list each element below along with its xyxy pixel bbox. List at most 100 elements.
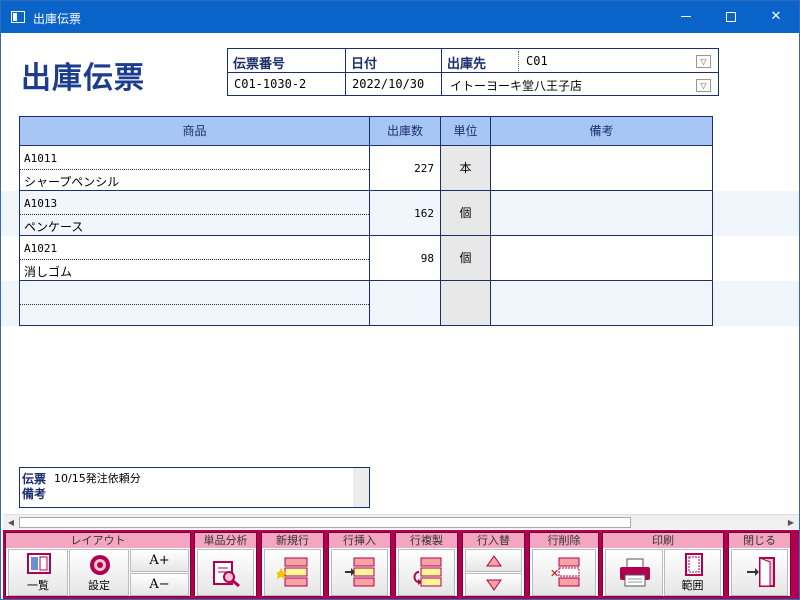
print-button[interactable]	[605, 549, 663, 596]
delete-row-label: 行削除	[530, 533, 598, 548]
swap-row-label: 行入替	[463, 533, 524, 548]
font-decrease-label: A−	[149, 577, 170, 592]
app-icon	[11, 11, 25, 23]
layout-group-label: レイアウト	[6, 533, 190, 548]
chevron-down-icon: ▽	[700, 81, 707, 90]
product-code: A1013	[24, 197, 58, 210]
copy-row-button[interactable]	[398, 549, 455, 596]
font-increase-label: A+	[149, 553, 170, 568]
table-row-empty[interactable]	[19, 281, 713, 326]
list-view-icon	[27, 553, 51, 574]
destination-code[interactable]: C01	[526, 54, 548, 68]
slip-no-value[interactable]: C01-1030-2	[234, 77, 306, 91]
destination-code-dropdown[interactable]: ▽	[696, 55, 711, 68]
quantity-cell[interactable]: 98	[370, 236, 441, 280]
settings-button[interactable]: 設定	[69, 549, 129, 596]
row-stripe	[713, 191, 799, 236]
move-row-up-button[interactable]	[465, 549, 522, 572]
printer-icon	[620, 558, 650, 587]
unit-cell[interactable]: 個	[441, 191, 491, 235]
quantity-value: 227	[414, 162, 434, 175]
slip-no-label: 伝票番号	[233, 57, 286, 72]
quantity-value: 162	[414, 207, 434, 220]
product-name: ペンケース	[24, 220, 84, 234]
font-increase-button[interactable]: A+	[130, 549, 189, 572]
close-window-button[interactable]: ✕	[753, 1, 799, 33]
arrow-down-icon	[486, 579, 502, 591]
close-group: 閉じる	[728, 532, 791, 597]
date-value[interactable]: 2022/10/30	[352, 77, 424, 91]
product-cell[interactable]: A1011 シャープペンシル	[20, 146, 370, 190]
chevron-down-icon: ▽	[700, 57, 707, 66]
column-header-product[interactable]: 商品	[20, 117, 370, 145]
table-row[interactable]: A1011 シャープペンシル 227 本	[19, 146, 713, 191]
note-cell[interactable]	[491, 191, 712, 235]
note-cell[interactable]	[491, 281, 712, 325]
magnifier-icon	[213, 561, 240, 588]
memo-text[interactable]: 10/15発注依頼分	[54, 470, 141, 486]
minimize-button[interactable]	[663, 1, 709, 33]
list-button-label: 一覧	[27, 579, 49, 592]
page-title: 出庫伝票	[21, 61, 145, 96]
insert-row-button[interactable]	[331, 549, 388, 596]
memo-field[interactable]: 伝票備考 10/15発注依頼分	[19, 467, 370, 508]
scrollbar-thumb[interactable]	[19, 517, 631, 528]
maximize-icon	[726, 11, 736, 22]
quantity-value: 98	[420, 252, 434, 265]
print-group: 印刷 範囲	[602, 532, 724, 597]
new-row-button[interactable]	[264, 549, 321, 596]
scroll-right-icon[interactable]: ▶	[784, 516, 798, 529]
insert-row-label: 行挿入	[329, 533, 390, 548]
destination-cell: 出庫先 C01 ▽ イトーヨーキ堂八王子店 ▽	[442, 49, 718, 95]
move-row-down-button[interactable]	[465, 573, 522, 596]
quantity-cell[interactable]: 162	[370, 191, 441, 235]
svg-text:✕: ✕	[550, 567, 559, 580]
quantity-cell[interactable]: 227	[370, 146, 441, 190]
product-cell[interactable]: A1013 ペンケース	[20, 191, 370, 235]
product-name: シャープペンシル	[24, 175, 120, 189]
close-icon: ✕	[770, 9, 782, 24]
unit-cell[interactable]: 個	[441, 236, 491, 280]
copy-row-group: 行複製	[395, 532, 458, 597]
destination-name[interactable]: イトーヨーキ堂八王子店	[450, 77, 582, 94]
delete-row-icon: ✕	[550, 557, 580, 587]
print-group-label: 印刷	[603, 533, 723, 548]
bottom-toolbar: レイアウト 一覧 設定 A+ A− 単品分析 新規行 行挿入 行複製 行入替 行…	[3, 530, 799, 599]
note-cell[interactable]	[491, 236, 712, 280]
font-decrease-button[interactable]: A−	[130, 573, 189, 596]
close-button[interactable]	[731, 549, 788, 596]
column-header-note[interactable]: 備考	[491, 117, 712, 145]
quantity-cell[interactable]	[370, 281, 441, 325]
close-label: 閉じる	[729, 533, 790, 548]
unit-cell[interactable]	[441, 281, 491, 325]
horizontal-scrollbar[interactable]: ◀ ▶	[3, 514, 799, 529]
scroll-left-icon[interactable]: ◀	[4, 516, 18, 529]
product-cell[interactable]: A1021 消しゴム	[20, 236, 370, 280]
note-cell[interactable]	[491, 146, 712, 190]
memo-label: 伝票備考	[22, 472, 47, 501]
row-stripe	[713, 281, 799, 326]
product-code: A1011	[24, 152, 58, 165]
table-row[interactable]: A1021 消しゴム 98 個	[19, 236, 713, 281]
table-row[interactable]: A1013 ペンケース 162 個	[19, 191, 713, 236]
delete-row-button[interactable]: ✕	[532, 549, 596, 596]
print-range-button[interactable]: 範囲	[664, 549, 721, 596]
product-analysis-button[interactable]	[197, 549, 254, 596]
insert-row-icon	[345, 557, 375, 587]
product-code: A1021	[24, 242, 58, 255]
memo-scrollbar[interactable]	[353, 468, 369, 507]
column-header-unit[interactable]: 単位	[441, 117, 491, 145]
destination-name-dropdown[interactable]: ▽	[696, 79, 711, 92]
maximize-button[interactable]	[708, 1, 754, 33]
gear-icon	[90, 555, 110, 575]
slip-no-cell: 伝票番号 C01-1030-2	[228, 49, 346, 95]
arrow-up-icon	[486, 555, 502, 567]
unit-cell[interactable]: 本	[441, 146, 491, 190]
product-cell[interactable]	[20, 281, 370, 325]
grid-header: 商品 出庫数 単位 備考	[19, 116, 713, 146]
print-range-icon	[685, 553, 703, 576]
list-button[interactable]: 一覧	[8, 549, 68, 596]
new-row-label: 新規行	[262, 533, 323, 548]
column-header-quantity[interactable]: 出庫数	[370, 117, 441, 145]
window: 出庫伝票 ✕ 出庫伝票 伝票番号 C01-1030-2 日付 2022/10/3…	[0, 0, 800, 600]
